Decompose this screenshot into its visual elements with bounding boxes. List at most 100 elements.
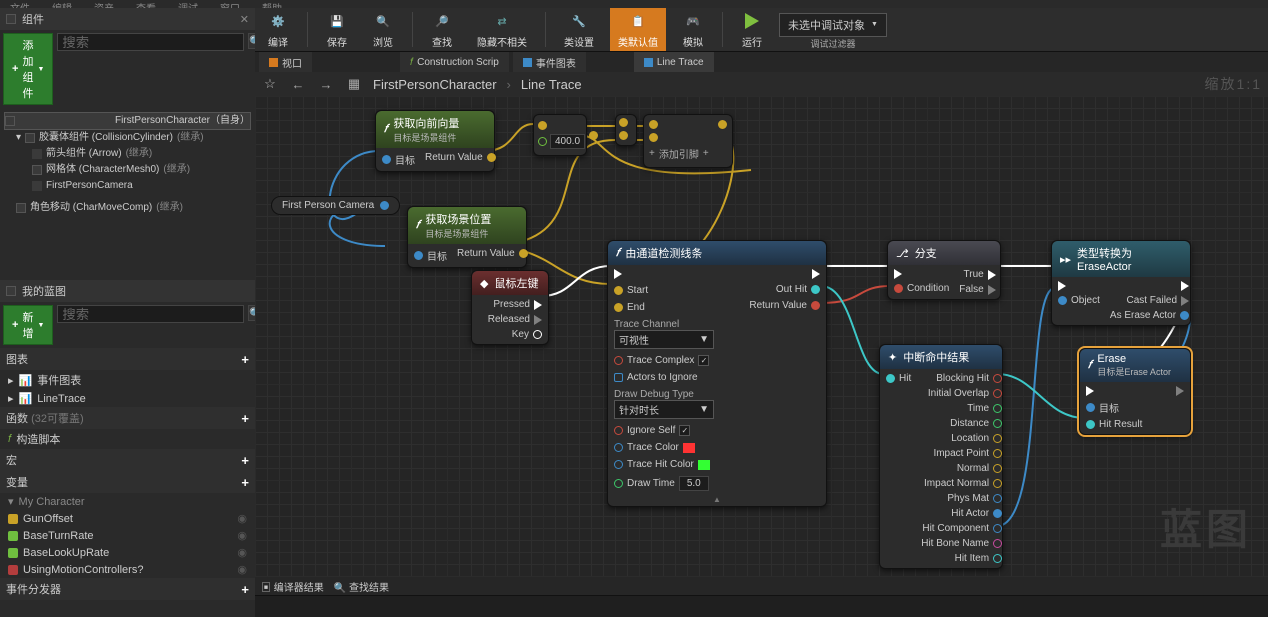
play-button[interactable]: 运行 bbox=[733, 8, 771, 51]
node-make-array[interactable]: + 添加引脚 + bbox=[643, 114, 733, 168]
pin-return-value[interactable]: Return Value bbox=[457, 248, 528, 259]
section-graphs[interactable]: 图表+ bbox=[0, 348, 255, 370]
add-icon[interactable]: + bbox=[241, 475, 249, 490]
menu-debug[interactable]: 调试 bbox=[178, 0, 198, 8]
pin-true[interactable]: True bbox=[964, 269, 996, 280]
pin-b[interactable] bbox=[619, 131, 628, 140]
compile-button[interactable]: ⚙️编译 bbox=[259, 8, 297, 51]
pin-condition[interactable]: Condition bbox=[894, 283, 949, 294]
pin-location[interactable]: Location bbox=[951, 433, 1002, 444]
menu-help[interactable]: 帮助 bbox=[262, 0, 282, 8]
components-search-input[interactable] bbox=[57, 33, 244, 51]
node-get-forward-vector[interactable]: 𝑓获取向前向量目标是场景组件 目标 Return Value bbox=[375, 110, 495, 172]
node-line-trace[interactable]: 𝑓由通道检测线条 Start End Trace Channel可视性▼ Tra… bbox=[607, 240, 827, 507]
pin-time[interactable]: Time bbox=[967, 403, 1002, 414]
pin-hit-result[interactable]: Hit Result bbox=[1086, 419, 1142, 430]
exec-in[interactable] bbox=[614, 269, 714, 279]
pin-start[interactable]: Start bbox=[614, 285, 714, 296]
pin-ignore-self[interactable]: Ignore Self ✓ bbox=[614, 425, 714, 436]
pin-object[interactable]: Object bbox=[1058, 295, 1100, 306]
pin-trace-hit-color[interactable]: Trace Hit Color bbox=[614, 459, 714, 470]
pin-draw-time[interactable]: Draw Time 5.0 bbox=[614, 476, 714, 491]
node-erase[interactable]: 𝑓Erase目标是Erase Actor 目标 Hit Result bbox=[1079, 348, 1191, 435]
simulate-button[interactable]: 🎮模拟 bbox=[674, 8, 712, 51]
draw-debug-select[interactable]: 针对时长▼ bbox=[614, 400, 714, 419]
menu-view[interactable]: 查看 bbox=[136, 0, 156, 8]
component-row[interactable]: 箭头组件 (Arrow) (继承) bbox=[4, 146, 251, 162]
section-macros[interactable]: 宏+ bbox=[0, 449, 255, 471]
close-icon[interactable]: ✕ bbox=[240, 13, 249, 26]
pin-out[interactable] bbox=[589, 131, 598, 140]
pin-impact-normal[interactable]: Impact Normal bbox=[924, 478, 1002, 489]
pin-a[interactable] bbox=[538, 121, 547, 130]
function-item[interactable]: 𝑓构造脚本 bbox=[0, 429, 255, 449]
pin-target[interactable]: 目标 bbox=[1086, 400, 1142, 415]
node-variable-camera[interactable]: First Person Camera bbox=[271, 196, 400, 215]
menu-asset[interactable]: 资产 bbox=[94, 0, 114, 8]
node-break-hit[interactable]: ✦中断命中结果 Hit Blocking Hit Initial Overlap… bbox=[879, 344, 1003, 569]
node-branch[interactable]: ⎇分支 Condition True False bbox=[887, 240, 1001, 300]
pin-end[interactable]: End bbox=[614, 302, 714, 313]
pin-out[interactable] bbox=[718, 120, 727, 129]
breadcrumb-leaf[interactable]: Line Trace bbox=[521, 77, 582, 92]
add-component-button[interactable]: +添加组件▼ bbox=[3, 33, 53, 105]
exec-out[interactable] bbox=[1181, 281, 1189, 291]
nav-back-icon[interactable]: ← bbox=[289, 75, 307, 93]
hide-unrelated-button[interactable]: ⇄隐藏不相关 bbox=[469, 8, 535, 51]
node-get-world-location[interactable]: 𝑓获取场景位置目标是场景组件 目标 Return Value bbox=[407, 206, 527, 268]
menu-file[interactable]: 文件 bbox=[10, 0, 30, 8]
tab-linetrace[interactable]: Line Trace bbox=[634, 52, 714, 72]
pin-trace-complex[interactable]: Trace Complex ✓ bbox=[614, 355, 714, 366]
pin-hit-item[interactable]: Hit Item bbox=[955, 553, 1002, 564]
section-functions[interactable]: 函数 (32可覆盖)+ bbox=[0, 407, 255, 429]
component-root-row[interactable]: FirstPersonCharacter（自身） bbox=[4, 112, 251, 130]
favorite-icon[interactable]: ☆ bbox=[261, 75, 279, 93]
exec-in[interactable] bbox=[1086, 386, 1142, 396]
tab-viewport[interactable]: 视口 bbox=[259, 52, 312, 72]
tab-compiler-results[interactable]: ▣ 编译器结果 bbox=[261, 579, 324, 594]
pin-target[interactable]: 目标 bbox=[382, 152, 415, 167]
pin-return-value[interactable]: Return Value bbox=[749, 300, 820, 311]
pin-hit-bone[interactable]: Hit Bone Name bbox=[921, 538, 1002, 549]
graph-item[interactable]: ▸📊LineTrace bbox=[0, 390, 255, 407]
exec-out[interactable] bbox=[1176, 386, 1184, 396]
pin-in-1[interactable] bbox=[649, 133, 658, 142]
visibility-icon[interactable]: ◉ bbox=[237, 563, 247, 576]
pin-cast-failed[interactable]: Cast Failed bbox=[1126, 295, 1189, 306]
tab-find-results[interactable]: 🔍 查找结果 bbox=[334, 579, 389, 594]
add-pin-button[interactable]: + 添加引脚 + bbox=[649, 146, 709, 161]
pin-released[interactable]: Released bbox=[488, 314, 542, 325]
breadcrumb-root[interactable]: FirstPersonCharacter bbox=[373, 77, 497, 92]
pin-return-value[interactable]: Return Value bbox=[425, 152, 496, 163]
pin-phys-mat[interactable]: Phys Mat bbox=[947, 493, 1002, 504]
variable-item[interactable]: BaseLookUpRate◉ bbox=[0, 544, 255, 561]
pin-impact-point[interactable]: Impact Point bbox=[933, 448, 1002, 459]
pin-actors-ignore[interactable]: Actors to Ignore bbox=[614, 372, 714, 383]
add-icon[interactable]: + bbox=[241, 411, 249, 426]
variable-item[interactable]: BaseTurnRate◉ bbox=[0, 527, 255, 544]
component-row[interactable]: 网格体 (CharacterMesh0) (继承) bbox=[4, 162, 251, 178]
section-dispatchers[interactable]: 事件分发器+ bbox=[0, 578, 255, 600]
section-variables[interactable]: 变量+ bbox=[0, 471, 255, 493]
node-multiply[interactable]: 400.0 bbox=[533, 114, 587, 156]
class-settings-button[interactable]: 🔧类设置 bbox=[556, 8, 602, 51]
pin-target[interactable]: 目标 bbox=[414, 248, 447, 263]
add-new-button[interactable]: +新增▼ bbox=[3, 305, 53, 345]
pin-key[interactable]: Key bbox=[512, 329, 542, 340]
tab-construction[interactable]: 𝑓Construction Scrip bbox=[400, 52, 509, 72]
exec-out[interactable] bbox=[812, 269, 820, 279]
pin-hit[interactable]: Hit bbox=[886, 373, 911, 384]
pin-in-0[interactable] bbox=[649, 120, 658, 129]
variable-category[interactable]: ▾ My Character bbox=[0, 493, 255, 510]
add-icon[interactable]: + bbox=[241, 352, 249, 367]
exec-in[interactable] bbox=[894, 269, 949, 279]
myblueprint-search-input[interactable] bbox=[57, 305, 244, 323]
node-add-small[interactable] bbox=[615, 114, 637, 146]
node-cast-eraseactor[interactable]: ▸▸类型转换为 EraseActor Object Cast Failed As… bbox=[1051, 240, 1191, 326]
pin-blocking-hit[interactable]: Blocking Hit bbox=[936, 373, 1002, 384]
graph-canvas[interactable]: First Person Camera 𝑓获取向前向量目标是场景组件 目标 Re… bbox=[255, 96, 1268, 577]
grid-icon[interactable]: ▦ bbox=[345, 75, 363, 93]
variable-item[interactable]: UsingMotionControllers?◉ bbox=[0, 561, 255, 578]
menu-window[interactable]: 窗口 bbox=[220, 0, 240, 8]
trace-channel-select[interactable]: 可视性▼ bbox=[614, 330, 714, 349]
